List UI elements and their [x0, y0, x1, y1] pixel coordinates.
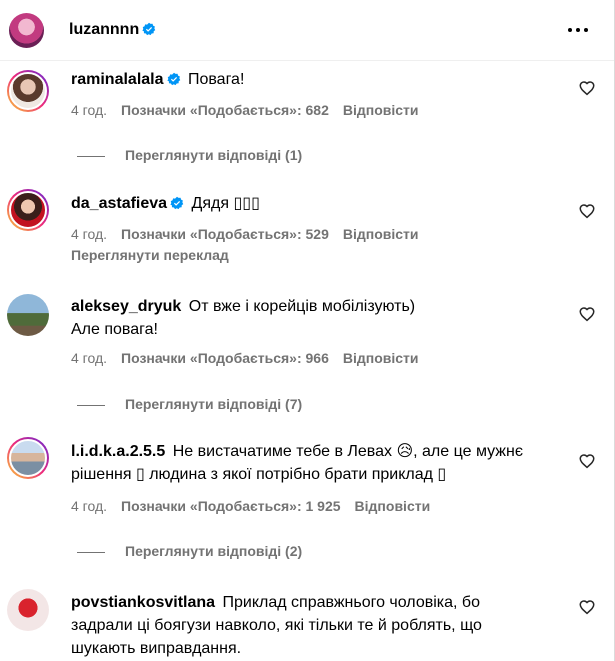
comment-item: l.i.d.k.a.2.5.5 Не вистачатиме тебе в Ле…	[0, 432, 614, 567]
comment-body: Не вистачатиме тебе в Левах 😥, але це му…	[172, 443, 523, 460]
comment-text: da_astafieva Дядя ▯▯▯	[71, 192, 551, 215]
comment-time[interactable]: 4 год.	[71, 102, 107, 118]
heart-icon[interactable]	[578, 452, 596, 470]
more-dot	[576, 28, 580, 32]
divider	[77, 155, 105, 157]
view-replies-label: Переглянути відповіді (1)	[125, 147, 303, 163]
view-replies-button[interactable]: Переглянути відповіді (2)	[77, 543, 302, 559]
comment-item: povstiankosvitlana Приклад справжнього ч…	[0, 583, 614, 661]
comment-text: raminalalala Повага!	[71, 68, 551, 91]
verified-badge-icon	[170, 196, 184, 210]
comment-item: aleksey_dryuk От вже і корейців мобілізу…	[0, 288, 614, 418]
comment-body: Приклад справжнього чоловіка, бо	[222, 594, 480, 611]
avatar[interactable]	[7, 70, 49, 112]
verified-badge-icon	[142, 22, 156, 36]
heart-icon[interactable]	[578, 79, 596, 97]
comment-body: Повага!	[187, 71, 245, 88]
more-options-button[interactable]	[567, 20, 589, 40]
divider	[77, 551, 105, 553]
comment-body: От вже і корейців мобілізують)	[188, 298, 416, 315]
comment-item: raminalalala Повага! 4 год. Позначки «Под…	[0, 62, 614, 172]
comment-body-line: задрали ці боягузи навколо, які тільки т…	[71, 617, 482, 634]
comment-meta: 4 год. Позначки «Подобається»: 1 925 Відпо…	[71, 498, 444, 514]
comment-username[interactable]: l.i.d.k.a.2.5.5	[71, 443, 165, 460]
likes-count[interactable]: Позначки «Подобається»: 1 925	[121, 498, 341, 514]
comment-text: l.i.d.k.a.2.5.5 Не вистачатиме тебе в Ле…	[71, 440, 551, 486]
more-horizontal-icon	[568, 28, 572, 32]
reply-button[interactable]: Відповісти	[343, 102, 419, 118]
reply-button[interactable]: Відповісти	[343, 226, 419, 242]
comment-text: aleksey_dryuk От вже і корейців мобілізу…	[71, 295, 551, 341]
post-author[interactable]: luzannnn	[69, 21, 156, 39]
heart-icon[interactable]	[578, 305, 596, 323]
comment-time[interactable]: 4 год.	[71, 226, 107, 242]
comment-meta: 4 год. Позначки «Подобається»: 529 Відпові…	[71, 226, 433, 242]
heart-icon[interactable]	[578, 598, 596, 616]
view-replies-button[interactable]: Переглянути відповіді (7)	[77, 396, 302, 412]
reply-button[interactable]: Відповісти	[343, 350, 419, 366]
reply-button[interactable]: Відповісти	[355, 498, 431, 514]
avatar[interactable]	[9, 13, 44, 48]
heart-icon[interactable]	[578, 202, 596, 220]
comment-meta: 4 год. Позначки «Подобається»: 966 Відпові…	[71, 350, 433, 366]
comment-body: Дядя ▯▯▯	[191, 195, 260, 212]
comment-time[interactable]: 4 год.	[71, 350, 107, 366]
comment-item: da_astafieva Дядя ▯▯▯ 4 год. Позначки «По…	[0, 183, 614, 278]
comment-body-line: Але повага!	[71, 321, 158, 338]
comment-body-line: шукають виправдання.	[71, 640, 242, 657]
comment-username[interactable]: aleksey_dryuk	[71, 298, 181, 315]
view-replies-label: Переглянути відповіді (2)	[125, 543, 303, 559]
divider	[77, 404, 105, 406]
more-dot	[584, 28, 588, 32]
comment-username[interactable]: raminalalala	[71, 71, 164, 88]
avatar[interactable]	[7, 294, 49, 336]
verified-badge-icon	[166, 72, 180, 86]
comment-text: povstiankosvitlana Приклад справжнього ч…	[71, 591, 541, 660]
comments-panel: luzannnn raminalalala Повага! 4 год. Позн…	[0, 0, 615, 661]
view-replies-label: Переглянути відповіді (7)	[125, 396, 303, 412]
avatar[interactable]	[7, 189, 49, 231]
see-translation-button[interactable]: Переглянути переклад	[71, 247, 229, 263]
comment-meta: 4 год. Позначки «Подобається»: 682 Відпові…	[71, 102, 433, 118]
avatar[interactable]	[7, 437, 49, 479]
view-replies-button[interactable]: Переглянути відповіді (1)	[77, 147, 302, 163]
avatar[interactable]	[7, 589, 49, 631]
post-header: luzannnn	[0, 0, 614, 61]
comment-body-line: рішення ▯ людина з якої потрібно брати п…	[71, 466, 447, 483]
comment-username[interactable]: povstiankosvitlana	[71, 594, 215, 611]
likes-count[interactable]: Позначки «Подобається»: 682	[121, 102, 329, 118]
comment-username[interactable]: da_astafieva	[71, 195, 167, 212]
post-author-username[interactable]: luzannnn	[69, 21, 139, 38]
likes-count[interactable]: Позначки «Подобається»: 529	[121, 226, 329, 242]
likes-count[interactable]: Позначки «Подобається»: 966	[121, 350, 329, 366]
comment-time[interactable]: 4 год.	[71, 498, 107, 514]
